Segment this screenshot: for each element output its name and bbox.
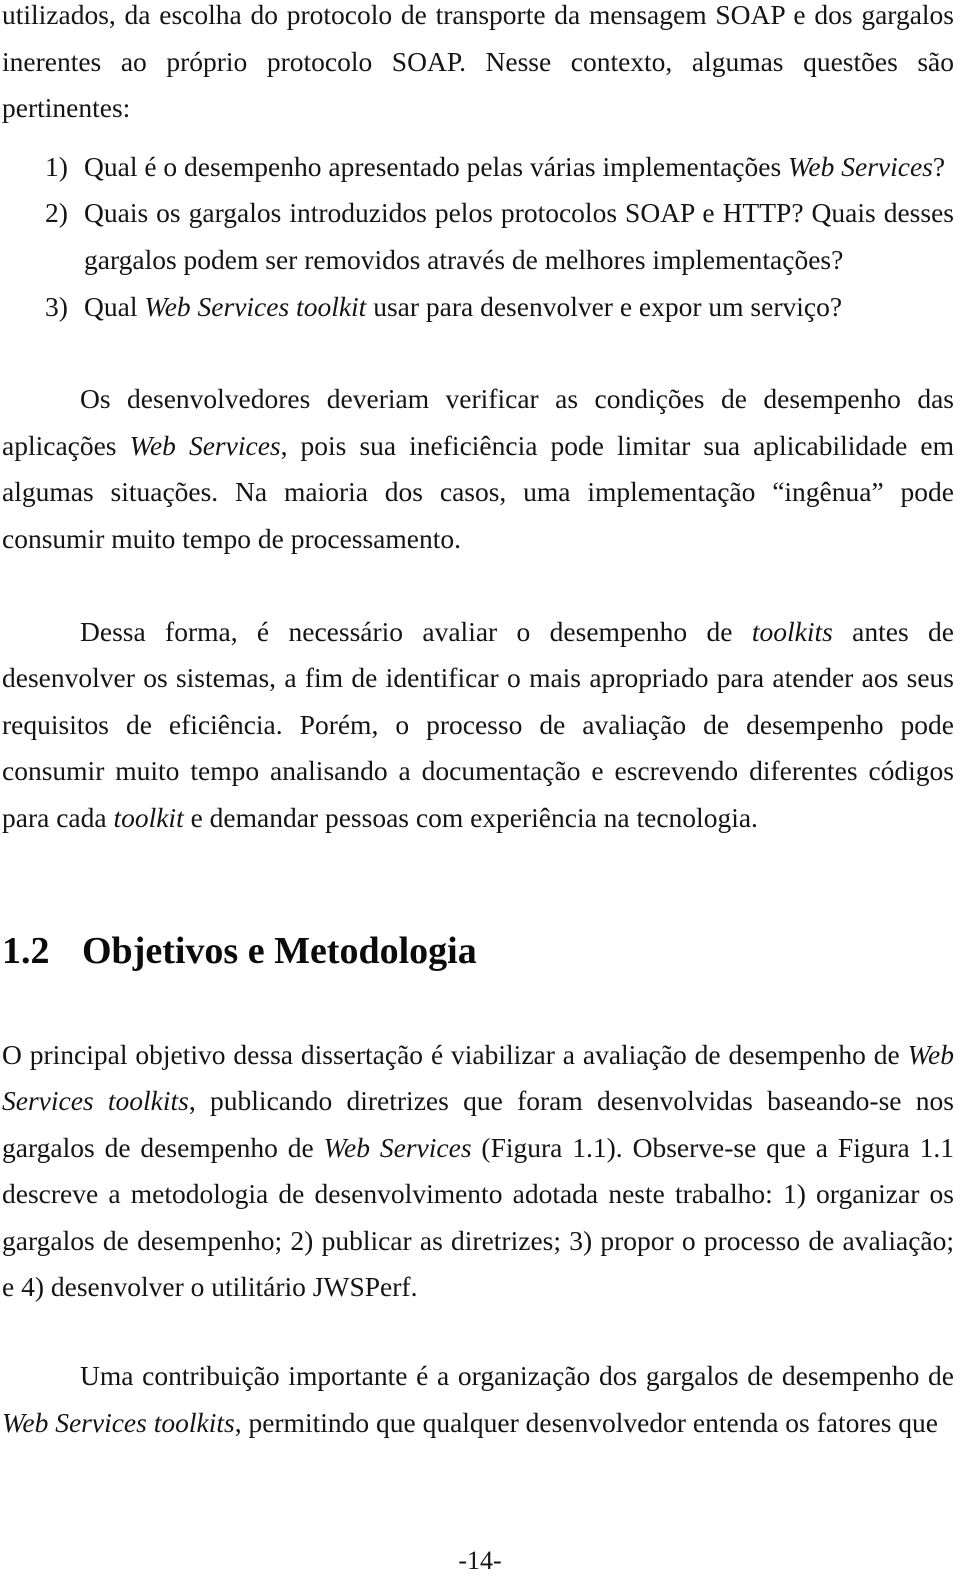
section-heading: 1.2 Objetivos e Metodologia bbox=[2, 928, 954, 974]
spacer-after-heading bbox=[2, 974, 954, 1032]
emphasis-text: Web Services toolkits bbox=[2, 1038, 954, 1117]
list-item-text: Qual é o desempenho apresentado pelas vá… bbox=[84, 150, 946, 182]
page-content: utilizados, da escolha do protocolo de t… bbox=[2, 0, 954, 1446]
paragraph-objective: O principal objetivo dessa dissertação é… bbox=[2, 1038, 954, 1303]
list-item: 1) Qual é o desempenho apresentado pelas … bbox=[2, 144, 954, 191]
list-item-marker: 1) bbox=[45, 150, 68, 182]
spacer-before-list bbox=[2, 132, 954, 144]
list-item-marker: 2) bbox=[45, 197, 68, 229]
document-page: utilizados, da escolha do protocolo de t… bbox=[0, 0, 960, 1583]
page-number: -14- bbox=[458, 1546, 502, 1575]
emphasis-text: Web Services bbox=[323, 1131, 472, 1163]
list-item-marker: 3) bbox=[45, 290, 68, 322]
paragraph-developers: Os desenvolvedores deveriam verificar as… bbox=[2, 383, 954, 554]
emphasis-text: Web Services toolkit bbox=[144, 290, 367, 322]
spacer-before-heading bbox=[2, 842, 954, 928]
spacer-before-contribution bbox=[2, 1311, 954, 1353]
emphasis-text: toolkits bbox=[751, 615, 833, 647]
spacer-after-list bbox=[2, 330, 954, 376]
emphasis-text: Web Services bbox=[129, 429, 281, 461]
spacer-before-evaluation bbox=[2, 563, 954, 609]
list-item: 3) Qual Web Services toolkit usar para de… bbox=[2, 284, 954, 331]
paragraph-contribution: Uma contribuição importante é a organiza… bbox=[2, 1360, 954, 1438]
question-list: 1) Qual é o desempenho apresentado pelas … bbox=[2, 144, 954, 330]
section-heading-title: Objetivos e Metodologia bbox=[82, 929, 477, 972]
paragraph-evaluation: Dessa forma, é necessário avaliar o dese… bbox=[2, 615, 954, 833]
list-item-text: Qual Web Services toolkit usar para dese… bbox=[84, 290, 843, 322]
section-heading-number: 1.2 bbox=[2, 929, 50, 972]
emphasis-text: toolkit bbox=[113, 801, 184, 833]
paragraph-continuation: utilizados, da escolha do protocolo de t… bbox=[2, 0, 954, 124]
list-item: 2) Quais os gargalos introduzidos pelos p… bbox=[2, 190, 954, 283]
emphasis-text: Web Services bbox=[788, 150, 933, 182]
emphasis-text: Web Services toolkits bbox=[2, 1406, 235, 1438]
list-item-text: Quais os gargalos introduzidos pelos pro… bbox=[84, 197, 954, 275]
